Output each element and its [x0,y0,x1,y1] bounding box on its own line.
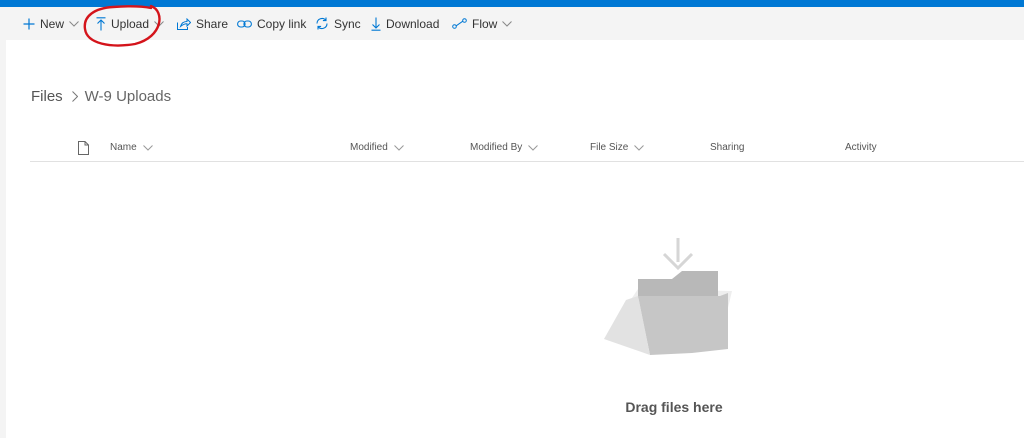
suite-header-bar [0,0,1024,7]
new-button[interactable]: New [23,7,79,40]
empty-folder-illustration [604,238,732,355]
download-button-label: Download [386,16,440,31]
chevron-down-icon [393,144,404,151]
copy-link-button[interactable]: Copy link [237,7,306,40]
column-sharing-label: Sharing [710,142,745,153]
breadcrumb: Files W-9 Uploads [31,86,171,106]
download-button[interactable]: Download [371,7,439,40]
column-activity-label: Activity [845,142,877,153]
command-bar: New Upload Share Copy link Sync Download… [0,7,1024,40]
column-header-sharing[interactable]: Sharing [710,142,744,153]
link-icon [237,19,252,29]
new-button-label: New [40,16,65,31]
column-modified-label: Modified [350,142,388,153]
share-button-label: Share [196,16,229,31]
column-header-modified[interactable]: Modified [350,142,404,153]
chevron-down-icon[interactable] [502,20,513,27]
chevron-down-icon[interactable] [69,20,79,27]
flow-button[interactable]: Flow [452,7,513,40]
column-header-modified-by[interactable]: Modified By [470,142,539,153]
share-button[interactable]: Share [177,7,228,40]
column-header-file-size[interactable]: File Size [590,142,645,153]
upload-button-label: Upload [111,16,150,31]
column-header-name[interactable]: Name [110,142,153,153]
plus-icon [23,18,35,30]
flow-button-label: Flow [472,16,498,31]
upload-icon [96,16,106,31]
breadcrumb-current-folder: W-9 Uploads [84,87,172,105]
empty-state-message: Drag files here [625,399,723,415]
sync-button-label: Sync [334,16,361,31]
left-nav-rail [0,40,6,438]
file-list-header: Name Modified Modified By File Size Shar… [30,137,1024,162]
chevron-down-icon [142,144,153,151]
share-icon [177,17,191,30]
chevron-down-icon [634,144,645,151]
upload-button[interactable]: Upload [96,7,164,40]
sync-button[interactable]: Sync [315,7,361,40]
column-header-activity[interactable]: Activity [845,142,877,153]
chevron-right-icon [71,90,78,102]
flow-icon [452,18,467,29]
column-name-label: Name [110,142,137,153]
chevron-down-icon[interactable] [154,20,164,27]
breadcrumb-files[interactable]: Files [31,88,63,105]
column-file-size-label: File Size [590,142,629,153]
download-icon [371,17,381,31]
column-modified-by-label: Modified By [470,142,523,153]
sync-icon [315,17,329,30]
document-icon[interactable] [78,141,89,158]
chevron-down-icon [528,144,539,151]
copy-link-button-label: Copy link [257,16,307,31]
